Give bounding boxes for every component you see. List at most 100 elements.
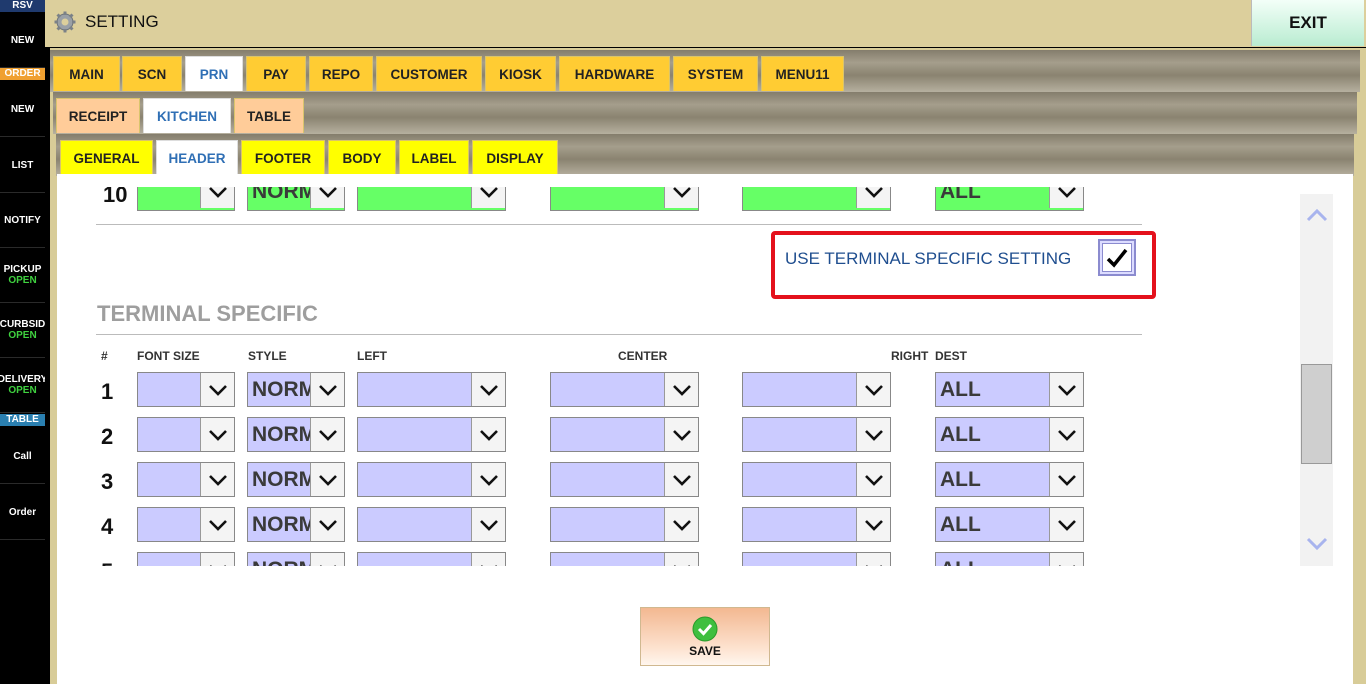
chevron-down-icon — [1049, 553, 1083, 566]
font-size-select[interactable] — [137, 417, 235, 452]
right-select[interactable] — [742, 417, 891, 452]
status-badge: OPEN — [8, 385, 37, 396]
chevron-down-icon[interactable] — [1306, 537, 1328, 551]
sidebar-item-pickup[interactable]: PICKUP OPEN — [0, 248, 45, 303]
vertical-scrollbar[interactable] — [1300, 194, 1333, 566]
sidebar-item-rsv-new[interactable]: NEW — [0, 13, 45, 68]
tab-footer[interactable]: FOOTER — [241, 140, 325, 175]
save-button[interactable]: SAVE — [640, 607, 770, 666]
sidebar-item-label: NEW — [10, 103, 35, 115]
center-select[interactable] — [550, 462, 699, 497]
font-size-select[interactable] — [137, 507, 235, 542]
right-select[interactable] — [742, 552, 891, 566]
dest-select[interactable]: ALL — [935, 417, 1084, 452]
chevron-down-icon — [471, 553, 505, 566]
chevron-down-icon — [856, 508, 890, 541]
chevron-down-icon — [1049, 463, 1083, 496]
chevron-down-icon — [471, 418, 505, 451]
tab-display[interactable]: DISPLAY — [472, 140, 558, 175]
status-badge: OPEN — [8, 330, 37, 341]
sidebar-item-order-new[interactable]: NEW — [0, 82, 45, 137]
content-panel: 10 NORM ALL USE TERMINAL SPECIFIC SETTIN… — [57, 174, 1353, 684]
section-title: TERMINAL SPECIFIC — [97, 301, 318, 326]
divider — [96, 224, 1142, 225]
chevron-down-icon — [310, 553, 344, 566]
sidebar-item-delivery[interactable]: DELIVERY OPEN — [0, 358, 45, 413]
left-select[interactable] — [357, 507, 506, 542]
sidebar-item-curbside[interactable]: CURBSID OPEN — [0, 303, 45, 358]
right-select[interactable] — [742, 372, 891, 407]
col-header-num: # — [101, 349, 108, 363]
section-tab-bar: GENERAL HEADER FOOTER BODY LABEL DISPLAY — [56, 134, 1354, 176]
dest-value: ALL — [940, 558, 981, 566]
font-size-select[interactable] — [137, 552, 235, 566]
sub-tab-bar: RECEIPT KITCHEN TABLE — [53, 92, 1357, 134]
sidebar-item-label: LIST — [11, 159, 34, 171]
gear-icon — [54, 11, 76, 33]
exit-button[interactable]: EXIT — [1251, 0, 1364, 46]
center-select[interactable] — [550, 552, 699, 566]
tab-customer[interactable]: CUSTOMER — [376, 56, 482, 91]
tab-receipt[interactable]: RECEIPT — [56, 98, 140, 133]
sidebar-item-label: NOTIFY — [4, 214, 41, 226]
dest-select[interactable]: ALL — [935, 462, 1084, 497]
dest-value: ALL — [940, 378, 981, 401]
style-select[interactable]: NORM — [247, 552, 345, 566]
dest-select[interactable]: ALL — [935, 552, 1084, 566]
center-select[interactable] — [550, 417, 699, 452]
tab-label[interactable]: LABEL — [399, 140, 469, 175]
right-select[interactable] — [742, 507, 891, 542]
tab-repo[interactable]: REPO — [309, 56, 373, 91]
col-header-dest: DEST — [935, 349, 968, 363]
tab-table[interactable]: TABLE — [234, 98, 304, 133]
left-select[interactable] — [357, 462, 506, 497]
center-select[interactable] — [550, 507, 699, 542]
tab-kitchen[interactable]: KITCHEN — [143, 98, 231, 133]
tab-main[interactable]: MAIN — [53, 56, 120, 91]
style-select[interactable]: NORM — [247, 507, 345, 542]
tab-pay[interactable]: PAY — [246, 56, 306, 91]
sidebar-item-order[interactable]: Order — [0, 485, 45, 540]
table-header: TABLE — [0, 414, 45, 426]
left-select[interactable] — [357, 417, 506, 452]
sidebar-item-label: Call — [13, 450, 32, 462]
terminal-specific-label: USE TERMINAL SPECIFIC SETTING — [785, 249, 1072, 268]
col-header-font-size: FONT SIZE — [137, 349, 200, 363]
chevron-down-icon — [856, 463, 890, 496]
chevron-down-icon — [856, 553, 890, 566]
tab-header[interactable]: HEADER — [156, 140, 238, 175]
sidebar-item-label: NEW — [10, 34, 35, 46]
font-size-select[interactable] — [137, 462, 235, 497]
scrollbar-thumb[interactable] — [1301, 364, 1332, 464]
dest-select[interactable]: ALL — [935, 372, 1084, 407]
tab-hardware[interactable]: HARDWARE — [559, 56, 670, 91]
main-tab-bar: MAIN SCN PRN PAY REPO CUSTOMER KIOSK HAR… — [50, 50, 1360, 92]
chevron-down-icon — [1049, 508, 1083, 541]
center-select[interactable] — [550, 372, 699, 407]
chevron-up-icon[interactable] — [1306, 208, 1328, 222]
tab-menu11[interactable]: MENU11 — [761, 56, 844, 91]
style-select[interactable]: NORM — [247, 462, 345, 497]
dest-select[interactable]: ALL — [935, 507, 1084, 542]
style-select[interactable]: NORM — [247, 372, 345, 407]
tab-body[interactable]: BODY — [328, 140, 396, 175]
tab-system[interactable]: SYSTEM — [673, 56, 758, 91]
right-select[interactable] — [742, 462, 891, 497]
tab-prn[interactable]: PRN — [185, 56, 243, 91]
terminal-specific-checkbox[interactable] — [1098, 239, 1136, 276]
tab-kiosk[interactable]: KIOSK — [485, 56, 556, 91]
sidebar-item-label: DELIVERY — [0, 374, 45, 385]
font-size-select[interactable] — [137, 372, 235, 407]
tab-general[interactable]: GENERAL — [60, 140, 153, 175]
chevron-down-icon — [471, 463, 505, 496]
sidebar-item-notify[interactable]: NOTIFY — [0, 193, 45, 248]
style-value: NORM — [252, 558, 312, 566]
left-select[interactable] — [357, 372, 506, 407]
sidebar-item-list[interactable]: LIST — [0, 138, 45, 193]
style-select[interactable]: NORM — [247, 417, 345, 452]
sidebar-item-label: CURBSID — [0, 319, 45, 330]
left-select[interactable] — [357, 552, 506, 566]
col-header-left: LEFT — [357, 349, 387, 363]
sidebar-item-call[interactable]: Call — [0, 429, 45, 484]
tab-scn[interactable]: SCN — [122, 56, 182, 91]
